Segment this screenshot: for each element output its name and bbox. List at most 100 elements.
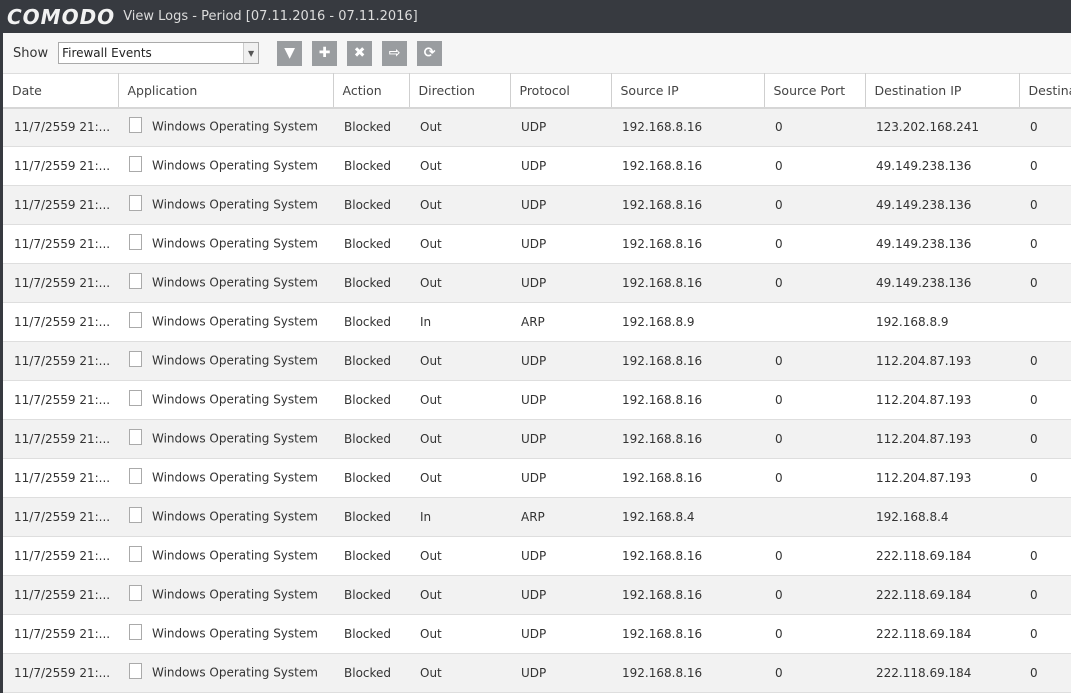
- cell-date: 11/7/2559 21:...: [3, 497, 118, 537]
- cell-date: 11/7/2559 21:...: [3, 614, 118, 654]
- cell-source-port: [764, 302, 865, 342]
- cell-source-ip: 192.168.8.16: [611, 419, 764, 459]
- cell-text: 0: [1030, 354, 1038, 368]
- column-header-direction[interactable]: Direction: [409, 73, 511, 109]
- column-header-source-ip[interactable]: Source IP: [611, 73, 765, 109]
- table-row[interactable]: 11/7/2559 21:... Windows Operating System…: [3, 185, 1071, 225]
- plus-button[interactable]: ✚: [312, 40, 338, 66]
- cell-application: Windows Operating System: [118, 458, 333, 498]
- cell-text: Blocked: [344, 393, 392, 407]
- cell-source-ip: 192.168.8.16: [611, 575, 764, 615]
- column-header-protocol[interactable]: Protocol: [510, 73, 612, 109]
- cell-text: 192.168.8.4: [622, 510, 695, 524]
- cell-source-ip: 192.168.8.4: [611, 497, 764, 537]
- cell-protocol: UDP: [510, 458, 611, 498]
- cell-application: Windows Operating System: [118, 341, 333, 381]
- cell-text: UDP: [521, 120, 547, 135]
- file-icon: [129, 468, 142, 484]
- cell-text: 0: [775, 393, 783, 407]
- cell-text: 192.168.8.16: [622, 120, 703, 135]
- table-row[interactable]: 11/7/2559 21:... Windows Operating System…: [3, 302, 1071, 342]
- cell-date: 11/7/2559 21:...: [3, 536, 118, 576]
- table-row[interactable]: 11/7/2559 21:... Windows Operating System…: [3, 536, 1071, 576]
- table-header: Date Application Action Direction Protocol So…: [3, 73, 1071, 109]
- table-row[interactable]: 11/7/2559 21:... Windows Operating System…: [3, 497, 1071, 537]
- column-header-destination-ip[interactable]: Destination IP: [865, 73, 1020, 109]
- cell-text: 11/7/2559 21:...: [14, 432, 111, 446]
- cell-protocol: UDP: [510, 224, 611, 264]
- cell-text: Blocked: [344, 549, 392, 563]
- table-row[interactable]: 11/7/2559 21:... Windows Operating System…: [3, 380, 1071, 420]
- cell-source-port: 0: [764, 575, 865, 615]
- cell-text: 192.168.8.16: [622, 237, 703, 251]
- column-header-application[interactable]: Application: [118, 73, 334, 109]
- table-row[interactable]: 11/7/2559 21:... Windows Operating System…: [3, 341, 1071, 381]
- cell-text: 0: [775, 159, 783, 173]
- cell-protocol: UDP: [510, 341, 611, 381]
- log-type-select[interactable]: Firewall Events ▼: [58, 42, 260, 64]
- cell-date: 11/7/2559 21:...: [3, 575, 118, 615]
- cell-destina: 0: [1019, 458, 1071, 498]
- cell-text: Blocked: [344, 237, 392, 251]
- column-header-destina[interactable]: Destina: [1019, 73, 1071, 109]
- delete-button[interactable]: ✖: [347, 40, 373, 66]
- cell-application: Windows Operating System: [118, 302, 333, 342]
- filter-button[interactable]: ▼: [277, 40, 303, 66]
- cell-source-port: 0: [764, 146, 865, 186]
- cell-protocol: UDP: [510, 536, 611, 576]
- cell-destination-ip: 49.149.238.136: [865, 224, 1019, 264]
- table-row[interactable]: 11/7/2559 21:... Windows Operating System…: [3, 653, 1071, 693]
- table-row[interactable]: 11/7/2559 21:... Windows Operating System…: [3, 614, 1071, 654]
- file-icon: [129, 195, 142, 211]
- cell-application: Windows Operating System: [118, 380, 333, 420]
- cell-protocol: UDP: [510, 107, 611, 147]
- cell-application: Windows Operating System: [118, 185, 333, 225]
- table-row[interactable]: 11/7/2559 21:... Windows Operating System…: [3, 575, 1071, 615]
- cell-text: UDP: [521, 471, 547, 485]
- table-row[interactable]: 11/7/2559 21:... Windows Operating System…: [3, 419, 1071, 459]
- cell-source-port: 0: [764, 341, 865, 381]
- cell-text: Windows Operating System: [152, 626, 318, 641]
- cell-text: 0: [775, 549, 783, 563]
- cell-action: Blocked: [333, 341, 409, 381]
- cell-date: 11/7/2559 21:...: [3, 653, 118, 693]
- cell-text: Blocked: [344, 120, 392, 135]
- cell-text: 11/7/2559 21:...: [14, 276, 111, 290]
- cell-text: 192.168.8.16: [622, 549, 703, 563]
- cell-text: 112.204.87.193: [876, 393, 972, 407]
- cell-text: Out: [420, 432, 442, 446]
- refresh-button[interactable]: ⟳: [417, 40, 443, 66]
- cell-direction: Out: [409, 458, 510, 498]
- cell-text: Blocked: [344, 276, 392, 290]
- cell-source-port: 0: [764, 458, 865, 498]
- chevron-down-icon[interactable]: ▼: [243, 43, 259, 63]
- cell-direction: Out: [409, 224, 510, 264]
- cell-text: Windows Operating System: [152, 119, 318, 134]
- table-row[interactable]: 11/7/2559 21:... Windows Operating System…: [3, 107, 1071, 147]
- column-header-source-port[interactable]: Source Port: [764, 73, 866, 109]
- table-row[interactable]: 11/7/2559 21:... Windows Operating System…: [3, 146, 1071, 186]
- table-row[interactable]: 11/7/2559 21:... Windows Operating System…: [3, 263, 1071, 303]
- cell-text: UDP: [521, 159, 547, 173]
- cell-text: Windows Operating System: [152, 275, 318, 290]
- cell-protocol: ARP: [510, 497, 611, 537]
- export-button[interactable]: ⇨: [382, 40, 408, 66]
- column-header-action[interactable]: Action: [333, 73, 410, 109]
- cell-text: 0: [775, 354, 783, 368]
- table-row[interactable]: 11/7/2559 21:... Windows Operating System…: [3, 458, 1071, 498]
- cell-text: 192.168.8.9: [622, 315, 695, 329]
- cell-text: Out: [420, 276, 442, 290]
- cell-text: 192.168.8.16: [622, 276, 703, 290]
- table-row[interactable]: 11/7/2559 21:... Windows Operating System…: [3, 224, 1071, 264]
- cell-destination-ip: 192.168.8.4: [865, 497, 1019, 537]
- cell-source-ip: 192.168.8.16: [611, 380, 764, 420]
- cell-destina: 0: [1019, 614, 1071, 654]
- cell-destination-ip: 222.118.69.184: [865, 614, 1019, 654]
- cell-text: 0: [775, 198, 783, 212]
- cell-text: 0: [775, 588, 783, 602]
- cell-text: 192.168.8.16: [622, 159, 703, 173]
- cell-text: Windows Operating System: [152, 431, 318, 446]
- filter-icon: ▼: [284, 45, 295, 61]
- cell-protocol: UDP: [510, 419, 611, 459]
- column-header-date[interactable]: Date: [3, 73, 119, 109]
